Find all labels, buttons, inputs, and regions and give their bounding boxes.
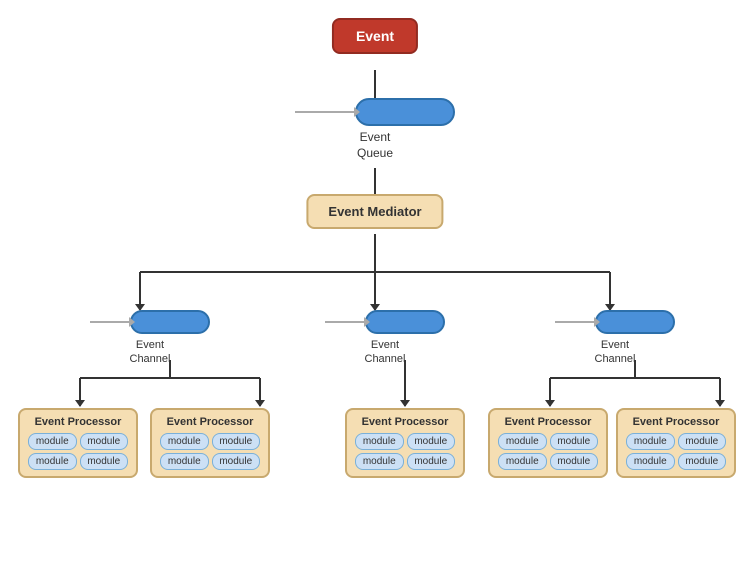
channel-left-pill: [130, 310, 210, 334]
module: module: [212, 453, 261, 470]
processor-1-modules: module module module module: [28, 433, 128, 470]
channel-center-visual: [325, 310, 445, 334]
module: module: [28, 433, 77, 450]
event-mediator-box: Event Mediator: [306, 194, 443, 229]
module: module: [28, 453, 77, 470]
processor-1-label: Event Processor: [28, 416, 128, 428]
channel-left-label: EventChannel: [90, 338, 210, 367]
channel-left: EventChannel: [90, 310, 210, 367]
arrow-queue-to-mediator: [374, 168, 376, 196]
processor-4-modules: module module module module: [498, 433, 598, 470]
branches-svg: [0, 232, 750, 312]
module: module: [626, 453, 675, 470]
processor-2-modules: module module module module: [160, 433, 260, 470]
channel-right-label: EventChannel: [555, 338, 675, 367]
processor-3-modules: module module module module: [355, 433, 455, 470]
module: module: [407, 433, 456, 450]
channel-center: EventChannel: [325, 310, 445, 367]
event-node: Event: [332, 18, 418, 54]
processor-5-label: Event Processor: [626, 416, 726, 428]
module: module: [498, 453, 547, 470]
processor-4: Event Processor module module module mod…: [488, 408, 608, 478]
channel-center-pill: [365, 310, 445, 334]
queue-flow-arrow: [295, 111, 355, 113]
module: module: [678, 453, 727, 470]
module: module: [550, 433, 599, 450]
processor-5: Event Processor module module module mod…: [616, 408, 736, 478]
module: module: [80, 453, 129, 470]
processor-3-label: Event Processor: [355, 416, 455, 428]
channel-left-arrow: [90, 321, 130, 323]
arrow-event-to-queue: [374, 70, 376, 100]
module: module: [160, 433, 209, 450]
channel-right-visual: [555, 310, 675, 334]
module: module: [550, 453, 599, 470]
architecture-diagram: Event EventQueue Event Mediator: [0, 0, 750, 578]
event-queue-label: EventQueue: [357, 130, 393, 161]
processor-4-label: Event Processor: [498, 416, 598, 428]
module: module: [407, 453, 456, 470]
processor-2-label: Event Processor: [160, 416, 260, 428]
module: module: [355, 433, 404, 450]
channel-center-label: EventChannel: [325, 338, 445, 367]
module: module: [212, 433, 261, 450]
channel-right-arrow: [555, 321, 595, 323]
module: module: [626, 433, 675, 450]
module: module: [160, 453, 209, 470]
processor-3: Event Processor module module module mod…: [345, 408, 465, 478]
event-mediator-label: Event Mediator: [328, 204, 421, 219]
event-queue-visual: [295, 98, 455, 126]
event-queue-pill: [355, 98, 455, 126]
channel-left-visual: [90, 310, 210, 334]
processor-1: Event Processor module module module mod…: [18, 408, 138, 478]
channel-right: EventChannel: [555, 310, 675, 367]
event-queue-container: EventQueue: [295, 98, 455, 161]
processor-5-modules: module module module module: [626, 433, 726, 470]
channel-right-pill: [595, 310, 675, 334]
event-label: Event: [356, 28, 394, 44]
module: module: [80, 433, 129, 450]
module: module: [678, 433, 727, 450]
module: module: [355, 453, 404, 470]
module: module: [498, 433, 547, 450]
channel-center-arrow: [325, 321, 365, 323]
processor-2: Event Processor module module module mod…: [150, 408, 270, 478]
